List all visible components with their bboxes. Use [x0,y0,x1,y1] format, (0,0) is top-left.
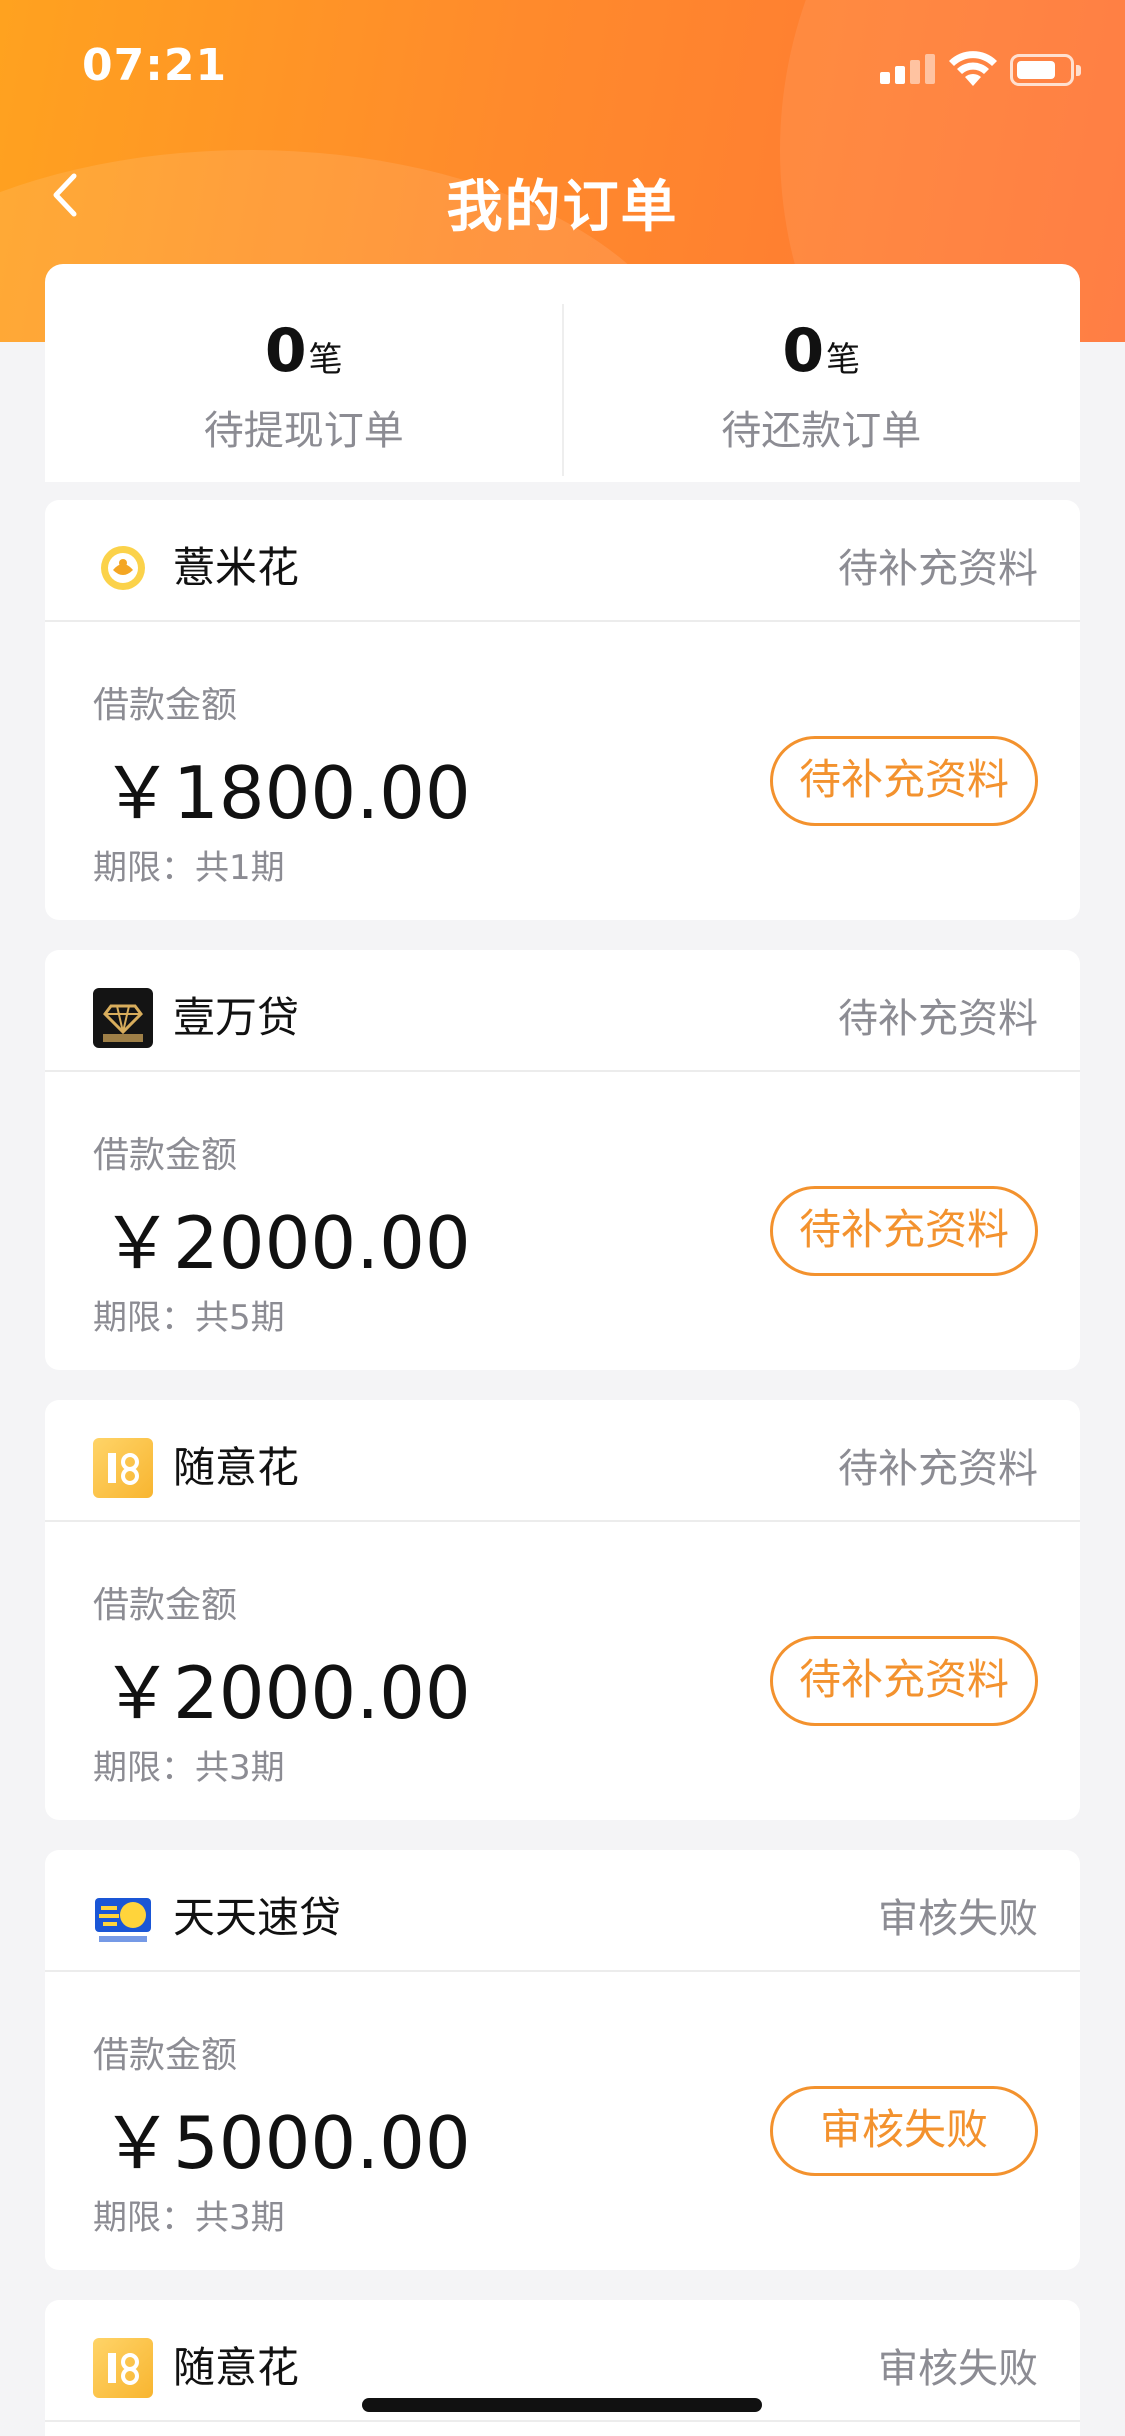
loan-amount-label: 借款金额 [93,1135,238,1176]
yiwandai-logo-icon [93,988,153,1048]
order-status: 待补充资料 [838,1446,1038,1492]
lender-name: 随意花 [173,1443,300,1492]
lender-name: 壹万贷 [173,993,300,1042]
loan-amount-label: 借款金额 [93,1585,238,1626]
lender-name: 随意花 [173,2343,300,2392]
navigation-bar: 我的订单 [0,150,1125,240]
supplement-info-button[interactable]: 待补充资料 [770,736,1038,826]
wifi-icon [949,51,997,86]
order-card[interactable]: 壹万贷 待补充资料 借款金额 ￥2000.00 期限：共5期 待补充资料 [45,950,1080,1370]
count-unit: 笔 [826,340,861,380]
yimihua-logo-icon [93,538,153,598]
order-card-header: 薏米花 待补充资料 [45,500,1080,622]
loan-term: 期限：共3期 [93,1748,285,1788]
count-unit: 笔 [308,340,343,380]
status-bar: 07:21 [0,0,1125,135]
loan-term: 期限：共1期 [93,848,285,888]
review-failed-button[interactable]: 审核失败 [770,2086,1038,2176]
battery-icon [1010,54,1081,86]
order-status: 审核失败 [878,2346,1038,2392]
page-title: 我的订单 [446,175,679,240]
loan-amount: ￥1800.00 [101,751,471,835]
supplement-info-button[interactable]: 待补充资料 [770,1636,1038,1726]
pending-withdraw-count: 0 [264,316,307,386]
order-status: 待补充资料 [838,996,1038,1042]
pending-repay-count: 0 [782,316,825,386]
pending-withdraw-summary[interactable]: 0笔 待提现订单 [45,264,563,482]
loan-amount-label: 借款金额 [93,685,238,726]
summary-divider [562,304,564,476]
loan-amount: ￥2000.00 [101,1651,471,1735]
pending-repay-label: 待还款订单 [721,408,922,454]
suiyihua-logo-icon [93,1438,153,1498]
order-card-header: 壹万贷 待补充资料 [45,950,1080,1072]
lender-name: 天天速贷 [173,1893,342,1942]
order-card-header: 随意花 待补充资料 [45,1400,1080,1522]
suiyihua-logo-icon [93,2338,153,2398]
order-status: 审核失败 [878,1896,1038,1942]
order-card[interactable]: 薏米花 待补充资料 借款金额 ￥1800.00 期限：共1期 待补充资料 [45,500,1080,920]
order-status: 待补充资料 [838,546,1038,592]
tiantiansudai-logo-icon [93,1888,153,1948]
cellular-signal-icon [880,52,936,84]
lender-name: 薏米花 [173,543,300,592]
pending-repay-summary[interactable]: 0笔 待还款订单 [563,264,1081,482]
order-card-header: 天天速贷 审核失败 [45,1850,1080,1972]
order-card[interactable]: 天天速贷 审核失败 借款金额 ￥5000.00 期限：共3期 审核失败 [45,1850,1080,2270]
supplement-info-button[interactable]: 待补充资料 [770,1186,1038,1276]
pending-withdraw-label: 待提现订单 [203,408,404,454]
loan-amount: ￥5000.00 [101,2101,471,2185]
status-time: 07:21 [82,40,228,91]
order-card[interactable]: 随意花 待补充资料 借款金额 ￥2000.00 期限：共3期 待补充资料 [45,1400,1080,1820]
loan-term: 期限：共3期 [93,2198,285,2238]
loan-amount: ￥2000.00 [101,1201,471,1285]
home-indicator[interactable] [362,2398,762,2412]
loan-term: 期限：共5期 [93,1298,285,1338]
order-card[interactable]: 随意花 审核失败 [45,2300,1080,2436]
loan-amount-label: 借款金额 [93,2035,238,2076]
order-summary: 0笔 待提现订单 0笔 待还款订单 [45,264,1080,482]
